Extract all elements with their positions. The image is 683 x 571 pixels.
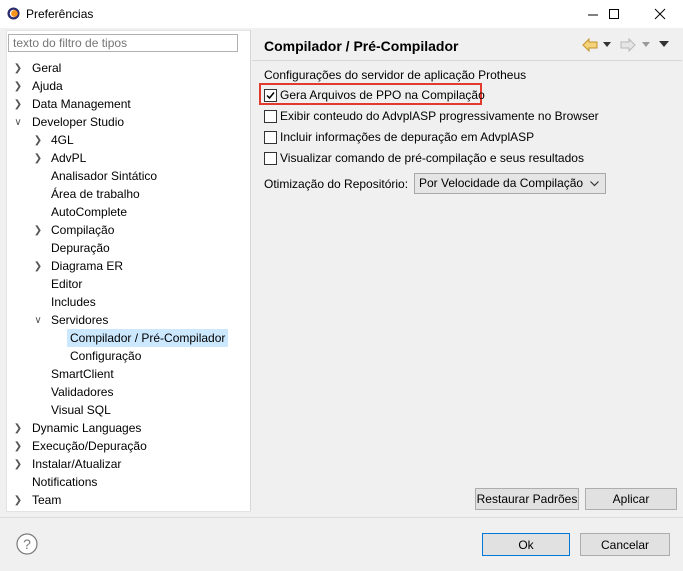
repo-optimization-label: Otimização do Repositório: (264, 177, 409, 191)
cancel-button[interactable]: Cancelar (580, 533, 670, 556)
tree-item-configuracao[interactable]: Configuração (70, 347, 141, 365)
chevron-right-icon[interactable]: ❯ (13, 77, 23, 95)
checkbox-gera-ppo[interactable] (264, 89, 277, 102)
chevron-right-icon[interactable]: ❯ (13, 491, 23, 509)
view-menu-icon[interactable] (659, 41, 669, 48)
page-title: Compilador / Pré-Compilador (264, 38, 459, 54)
repo-optimization-select[interactable]: Por Velocidade da Compilação (414, 173, 606, 194)
tree-item-servidores[interactable]: Servidores (51, 311, 108, 329)
tree-item-compilacao[interactable]: Compilação (51, 221, 114, 239)
checkbox-advplasp-progressivo[interactable] (264, 110, 277, 123)
tree-item-ajuda[interactable]: Ajuda (32, 77, 63, 95)
tree-item-depuracao[interactable]: Depuração (51, 239, 110, 257)
option-label[interactable]: Exibir conteudo do AdvplASP progressivam… (280, 109, 599, 123)
option-label[interactable]: Visualizar comando de pré-compilação e s… (280, 151, 584, 165)
window-title: Preferências (26, 7, 94, 21)
chevron-right-icon[interactable]: ❯ (13, 455, 23, 473)
chevron-down-icon (590, 181, 599, 187)
tree-item-compilador-pre-compilador[interactable]: Compilador / Pré-Compilador (67, 329, 229, 347)
chevron-down-icon[interactable]: ∨ (33, 311, 43, 329)
maximize-button[interactable] (596, 0, 632, 28)
tree-item-autocomplete[interactable]: AutoComplete (51, 203, 127, 221)
chevron-right-icon[interactable]: ❯ (13, 419, 23, 437)
header-separator (252, 60, 682, 61)
chevron-down-icon[interactable]: ∨ (13, 113, 23, 131)
eclipse-icon (7, 7, 20, 20)
checkbox-visualizar-pre-compilacao[interactable] (264, 152, 277, 165)
tree-item-data-management[interactable]: Data Management (32, 95, 131, 113)
tree-item-diagrama-er[interactable]: Diagrama ER (51, 257, 123, 275)
tree-item-dynamic-languages[interactable]: Dynamic Languages (32, 419, 141, 437)
chevron-right-icon[interactable]: ❯ (33, 131, 43, 149)
back-arrow-icon[interactable] (582, 38, 598, 52)
close-button[interactable] (642, 0, 678, 28)
chevron-right-icon[interactable]: ❯ (33, 149, 43, 167)
tree-item-editor[interactable]: Editor (51, 275, 82, 293)
option-label[interactable]: Incluir informações de depuração em Advp… (280, 130, 534, 144)
close-icon (654, 8, 666, 20)
select-value: Por Velocidade da Compilação (419, 176, 584, 190)
restore-defaults-button[interactable]: Restaurar Padrões (475, 488, 579, 510)
footer-separator (0, 517, 683, 518)
tree-item-area-de-trabalho[interactable]: Área de trabalho (51, 185, 140, 203)
ok-button[interactable]: Ok (482, 533, 570, 556)
tree-item-instalar-atualizar[interactable]: Instalar/Atualizar (32, 455, 121, 473)
tree-item-advpl[interactable]: AdvPL (51, 149, 86, 167)
tree-item-execucao-depuracao[interactable]: Execução/Depuração (32, 437, 147, 455)
chevron-right-icon[interactable]: ❯ (33, 221, 43, 239)
tree-item-visual-sql[interactable]: Visual SQL (51, 401, 111, 419)
checkbox-depuracao-advplasp[interactable] (264, 131, 277, 144)
tree-item-notifications[interactable]: Notifications (32, 473, 97, 491)
chevron-right-icon[interactable]: ❯ (33, 257, 43, 275)
tree-item-4gl[interactable]: 4GL (51, 131, 74, 149)
tree-item-validadores[interactable]: Validadores (51, 383, 113, 401)
tree-item-geral[interactable]: Geral (32, 59, 61, 77)
forward-arrow-icon (620, 38, 636, 52)
help-icon[interactable]: ? (16, 533, 38, 555)
chevron-right-icon[interactable]: ❯ (13, 437, 23, 455)
tree-item-analisador-sintatico[interactable]: Analisador Sintático (51, 167, 157, 185)
section-label: Configurações do servidor de aplicação P… (264, 68, 527, 82)
chevron-right-icon[interactable]: ❯ (13, 59, 23, 77)
maximize-icon (608, 8, 619, 19)
svg-text:?: ? (23, 536, 31, 552)
tree-item-developer-studio[interactable]: Developer Studio (32, 113, 124, 131)
apply-button[interactable]: Aplicar (585, 488, 677, 510)
checkmark-icon (266, 92, 275, 100)
option-label[interactable]: Gera Arquivos de PPO na Compilação (280, 88, 485, 102)
filter-input[interactable] (8, 34, 238, 52)
back-dropdown-icon[interactable] (603, 42, 611, 48)
forward-dropdown-icon (642, 42, 650, 47)
tree-item-team[interactable]: Team (32, 491, 61, 509)
tree-item-smartclient[interactable]: SmartClient (51, 365, 114, 383)
chevron-right-icon[interactable]: ❯ (13, 95, 23, 113)
tree-item-includes[interactable]: Includes (51, 293, 96, 311)
